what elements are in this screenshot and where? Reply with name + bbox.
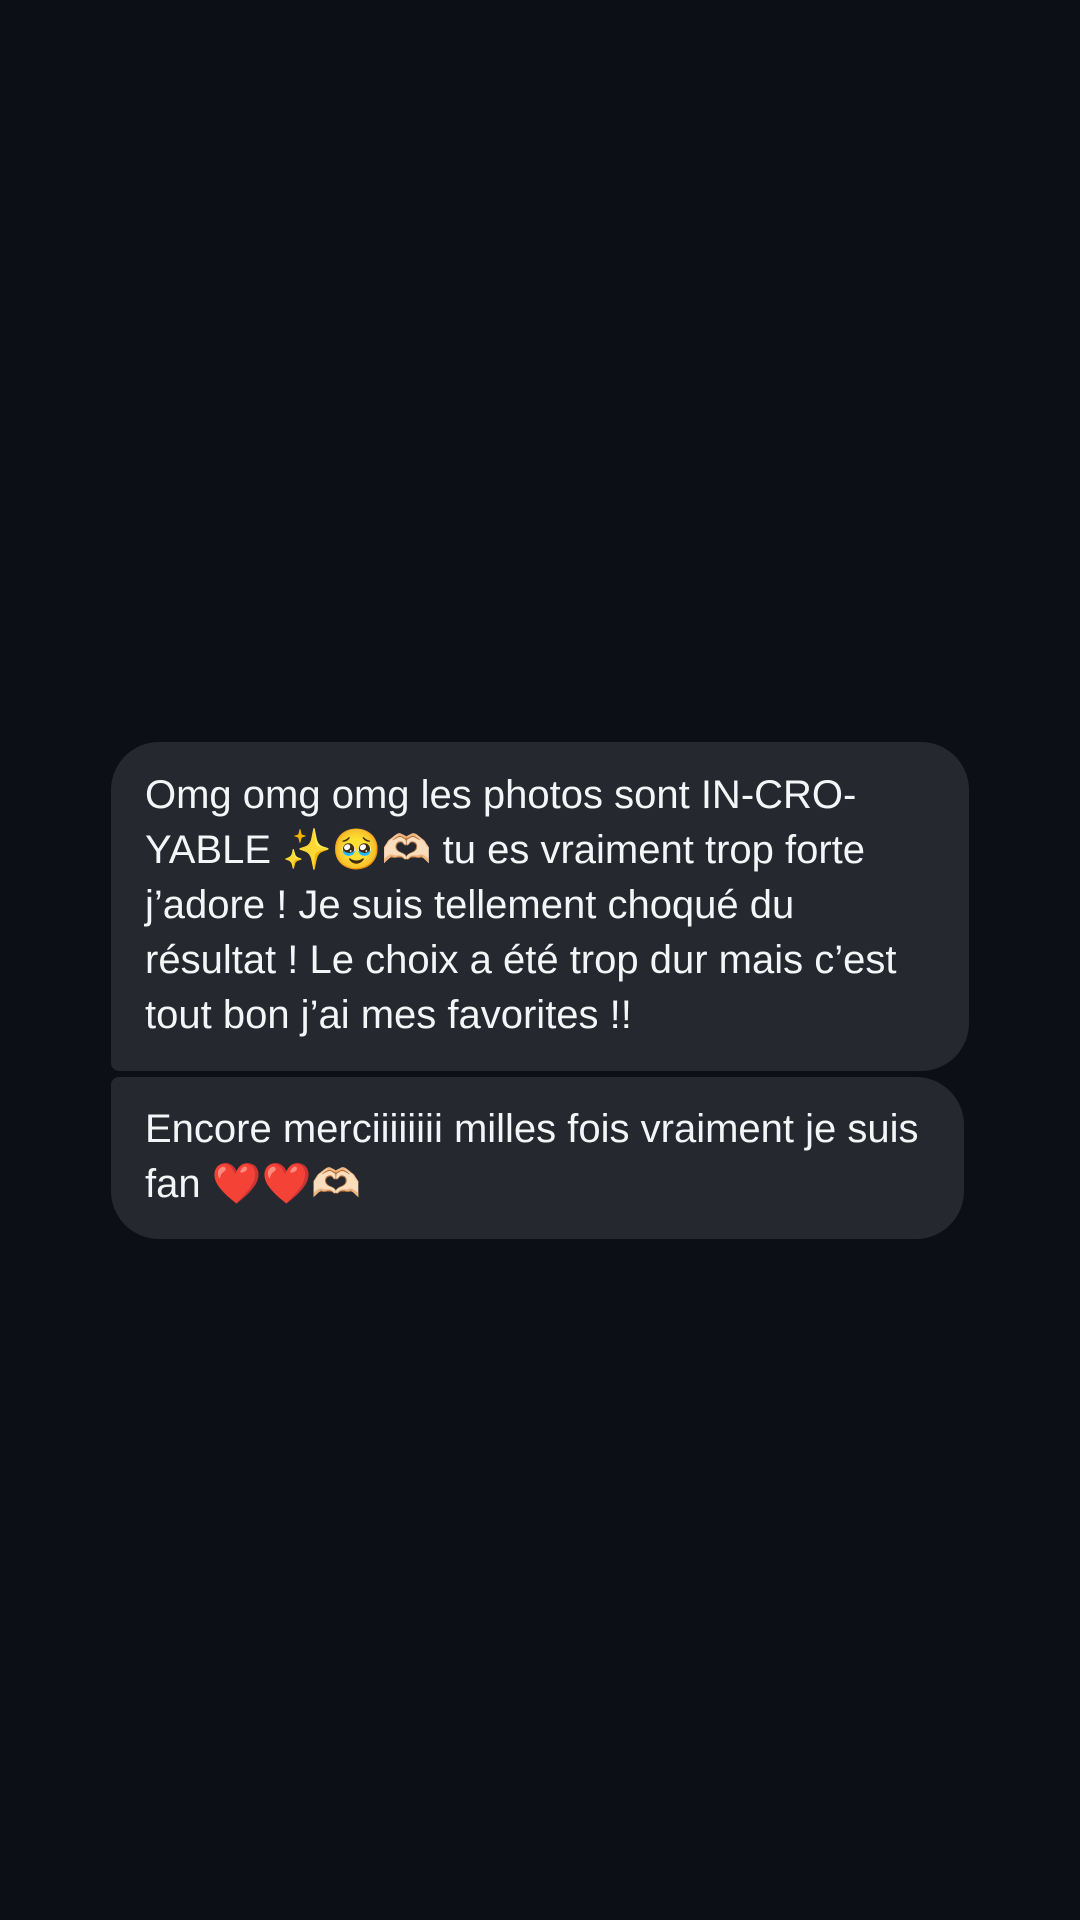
- message-bubble[interactable]: Encore merciiiiiiii milles fois vraiment…: [111, 1077, 964, 1239]
- message-bubble[interactable]: Omg omg omg les photos sont IN-CRO-YABLE…: [111, 742, 969, 1071]
- message-text: Encore merciiiiiiii milles fois vraiment…: [145, 1107, 919, 1206]
- message-thread: Omg omg omg les photos sont IN-CRO-YABLE…: [111, 742, 971, 1239]
- message-text: Omg omg omg les photos sont IN-CRO-YABLE…: [145, 773, 897, 1037]
